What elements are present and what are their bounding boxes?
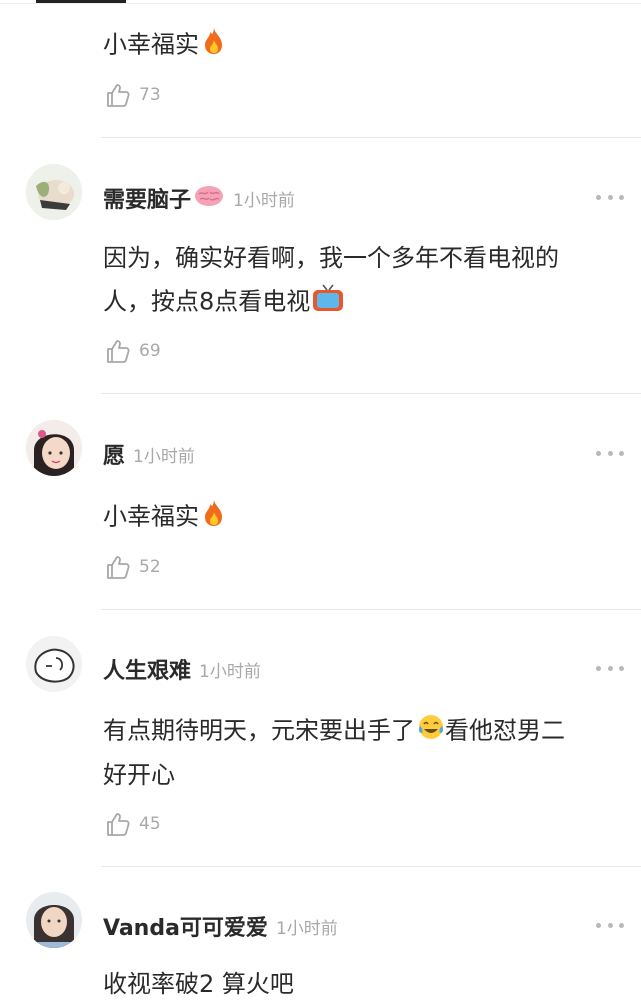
- user-avatar[interactable]: [26, 892, 82, 948]
- comment-header: Vanda可可爱爱 1小时前: [103, 908, 338, 944]
- comment-text-content: 收视率破2 算火吧: [103, 970, 294, 998]
- username[interactable]: Vanda可可爱爱: [103, 910, 268, 942]
- more-dot: [619, 922, 624, 928]
- comment-text: 收视率破2 算火吧: [103, 967, 623, 1001]
- more-options-button[interactable]: [596, 920, 624, 930]
- more-dot: [596, 922, 601, 928]
- comment-item: Vanda可可爱爱 1小时前 收视率破2 算火吧: [0, 0, 641, 1000]
- comment-time: 1小时前: [275, 918, 338, 939]
- more-dot: [607, 922, 613, 928]
